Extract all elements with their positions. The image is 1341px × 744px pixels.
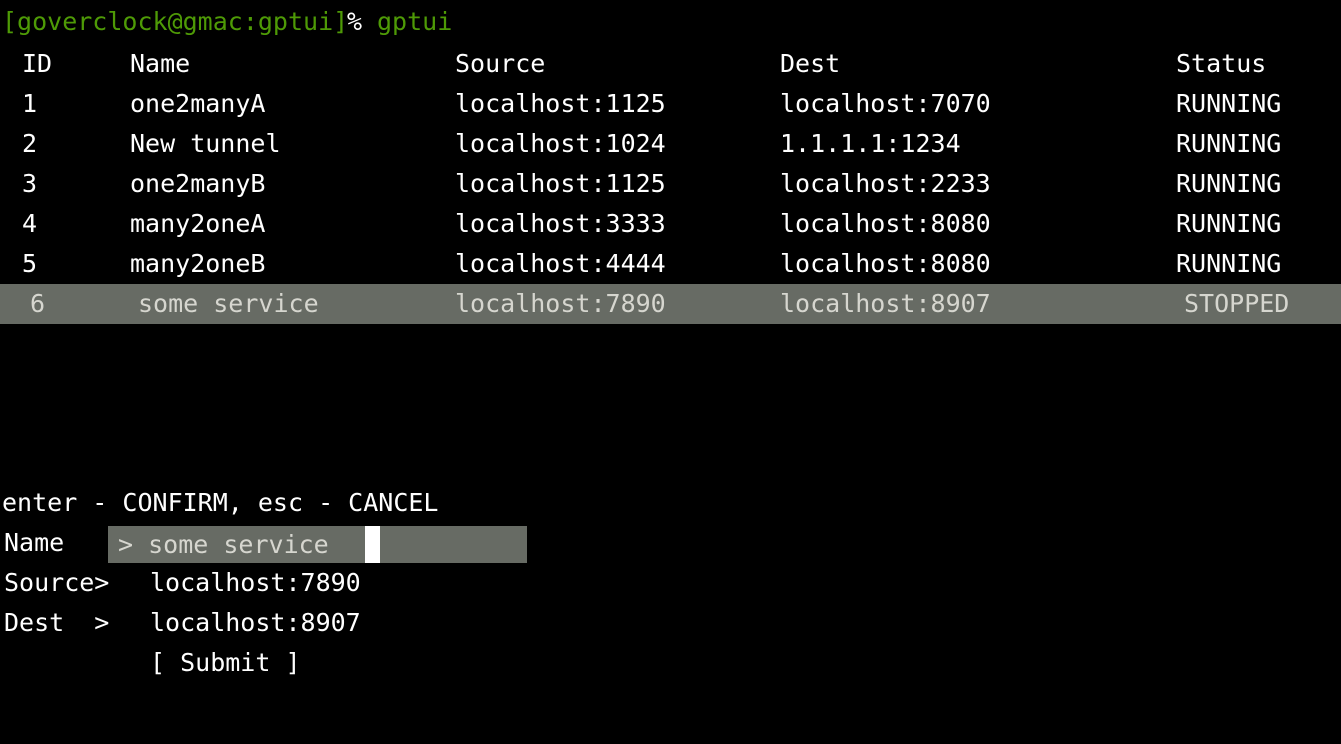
cell-dest: 1.1.1.1:1234 bbox=[780, 129, 961, 158]
column-header-name: Name bbox=[130, 49, 191, 78]
cell-status: STOPPED bbox=[1184, 289, 1290, 318]
cell-dest: localhost:7070 bbox=[780, 89, 991, 118]
cell-source: localhost:4444 bbox=[455, 249, 666, 278]
cell-name: some service bbox=[138, 289, 319, 318]
cell-status: RUNNING bbox=[1176, 129, 1282, 158]
column-header-status: Status bbox=[1176, 49, 1267, 78]
cell-id: 6 bbox=[30, 289, 46, 318]
source-field-row[interactable]: Source> localhost:7890 bbox=[0, 563, 1341, 603]
prompt-command: gptui bbox=[377, 7, 453, 36]
dest-field-label: Dest > bbox=[4, 608, 110, 637]
cell-dest: localhost:8080 bbox=[780, 209, 991, 238]
name-input[interactable]: > some service bbox=[108, 526, 527, 563]
table-row[interactable]: 3 one2manyB localhost:1125 localhost:223… bbox=[0, 164, 1341, 204]
terminal-window: [goverclock@gmac:gptui] % gptui ID Name … bbox=[0, 0, 1341, 744]
cell-id: 2 bbox=[22, 129, 38, 158]
cell-name: New tunnel bbox=[130, 129, 281, 158]
source-field-label: Source> bbox=[4, 568, 110, 597]
cell-id: 3 bbox=[22, 169, 38, 198]
table-row[interactable]: 5 many2oneB localhost:4444 localhost:808… bbox=[0, 244, 1341, 284]
dest-input-value[interactable]: localhost:8907 bbox=[150, 603, 361, 643]
table-header-row: ID Name Source Dest Status bbox=[0, 44, 1341, 84]
keyboard-hint: enter - CONFIRM, esc - CANCEL bbox=[2, 488, 439, 517]
cell-status: RUNNING bbox=[1176, 249, 1282, 278]
column-header-dest: Dest bbox=[780, 49, 841, 78]
name-field-label: Name bbox=[4, 528, 65, 557]
cell-status: RUNNING bbox=[1176, 89, 1282, 118]
column-header-source: Source bbox=[455, 49, 546, 78]
cell-source: localhost:1024 bbox=[455, 129, 666, 158]
text-cursor bbox=[365, 526, 380, 563]
cell-id: 5 bbox=[22, 249, 38, 278]
cell-status: RUNNING bbox=[1176, 209, 1282, 238]
prompt-sigil: % bbox=[347, 7, 363, 36]
submit-button[interactable]: [ Submit ] bbox=[150, 643, 301, 683]
shell-prompt-line: [goverclock@gmac:gptui] % gptui bbox=[0, 2, 1341, 42]
column-header-id: ID bbox=[22, 49, 53, 78]
cell-name: many2oneA bbox=[130, 209, 266, 238]
table-row[interactable]: 1 one2manyA localhost:1125 localhost:707… bbox=[0, 84, 1341, 124]
cell-name: one2manyA bbox=[130, 89, 266, 118]
cell-source: localhost:1125 bbox=[455, 89, 666, 118]
cell-source: localhost:1125 bbox=[455, 169, 666, 198]
cell-name: one2manyB bbox=[130, 169, 266, 198]
table-row[interactable]: 4 many2oneA localhost:3333 localhost:808… bbox=[0, 204, 1341, 244]
cell-name: many2oneB bbox=[130, 249, 266, 278]
cell-source: localhost:7890 bbox=[455, 289, 666, 318]
cell-id: 1 bbox=[22, 89, 38, 118]
submit-row[interactable]: [ Submit ] bbox=[0, 643, 1341, 683]
name-input-value: > some service bbox=[118, 530, 329, 559]
cell-source: localhost:3333 bbox=[455, 209, 666, 238]
cell-dest: localhost:8907 bbox=[780, 289, 991, 318]
dest-field-row[interactable]: Dest > localhost:8907 bbox=[0, 603, 1341, 643]
table-row[interactable]: 2 New tunnel localhost:1024 1.1.1.1:1234… bbox=[0, 124, 1341, 164]
table-row-selected[interactable]: 6 some service localhost:7890 localhost:… bbox=[0, 284, 1341, 324]
cell-dest: localhost:2233 bbox=[780, 169, 991, 198]
cell-dest: localhost:8080 bbox=[780, 249, 991, 278]
name-field-row[interactable]: Name > some service bbox=[0, 523, 1341, 563]
cell-id: 4 bbox=[22, 209, 38, 238]
cell-status: RUNNING bbox=[1176, 169, 1282, 198]
source-input-value[interactable]: localhost:7890 bbox=[150, 563, 361, 603]
prompt-host: [goverclock@gmac:gptui] bbox=[2, 7, 349, 36]
